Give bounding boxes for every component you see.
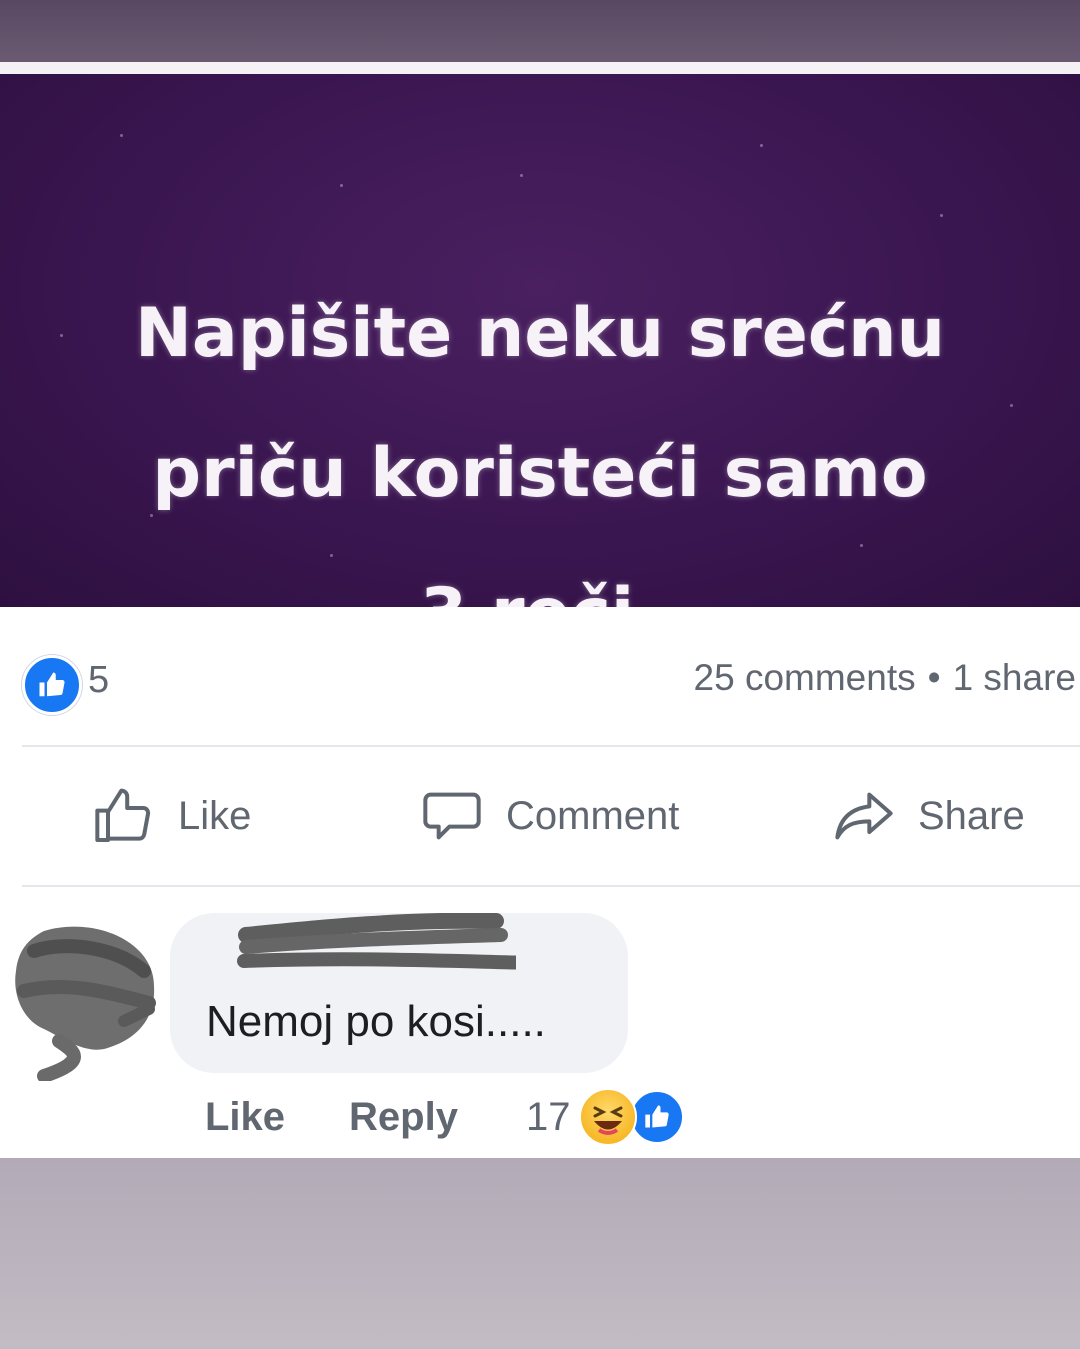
- share-button-label: Share: [918, 793, 1025, 838]
- comment-item: Nemoj po kosi..... Like Reply 17: [0, 887, 1080, 1158]
- top-background-strip: [0, 0, 1080, 62]
- comment-reaction-count: 17: [526, 1094, 571, 1139]
- like-icon: [628, 1089, 685, 1145]
- like-button[interactable]: Like: [92, 747, 251, 885]
- comment-reactions[interactable]: 17: [526, 1087, 685, 1147]
- avatar-redacted-icon[interactable]: [4, 911, 164, 1081]
- comment-button[interactable]: Comment: [420, 747, 679, 885]
- banner-line: 3 reči.: [40, 544, 1040, 607]
- post-footer-panel: 5 25 comments • 1 share Like Comment Share: [0, 607, 1080, 1158]
- comment-bubble-icon: [423, 792, 481, 840]
- like-reaction-icon[interactable]: [22, 655, 82, 715]
- comments-count-link[interactable]: 25 comments: [694, 657, 916, 698]
- top-divider: [0, 62, 1080, 74]
- post-stats: 25 comments • 1 share: [694, 657, 1076, 699]
- reactions-summary: 5 25 comments • 1 share: [0, 607, 1080, 747]
- reaction-count[interactable]: 5: [88, 659, 109, 702]
- comment-bubble: Nemoj po kosi.....: [170, 913, 628, 1073]
- comment-actions: Like Reply: [205, 1087, 458, 1147]
- bottom-background: [0, 1158, 1080, 1349]
- thumbs-up-icon: [95, 788, 151, 842]
- like-button-label: Like: [178, 793, 252, 838]
- share-arrow-icon: [835, 792, 893, 840]
- banner-line: Napišite neku srećnu: [135, 294, 945, 373]
- haha-icon: [578, 1088, 637, 1146]
- shares-count-link[interactable]: 1 share: [953, 657, 1076, 698]
- comment-reply-link[interactable]: Reply: [349, 1095, 458, 1140]
- author-name-redacted-icon[interactable]: [206, 913, 516, 977]
- banner-text: Napišite neku srećnu priču koristeći sam…: [40, 264, 1040, 607]
- post-banner-image: Napišite neku srećnu priču koristeći sam…: [0, 74, 1080, 607]
- banner-line: priču koristeći samo: [152, 434, 928, 513]
- comment-like-link[interactable]: Like: [205, 1095, 285, 1140]
- stats-separator: •: [927, 657, 941, 698]
- comment-text: Nemoj po kosi.....: [206, 997, 546, 1046]
- comment-button-label: Comment: [506, 793, 680, 838]
- share-button[interactable]: Share: [832, 747, 1025, 885]
- post-action-bar: Like Comment Share: [0, 747, 1080, 885]
